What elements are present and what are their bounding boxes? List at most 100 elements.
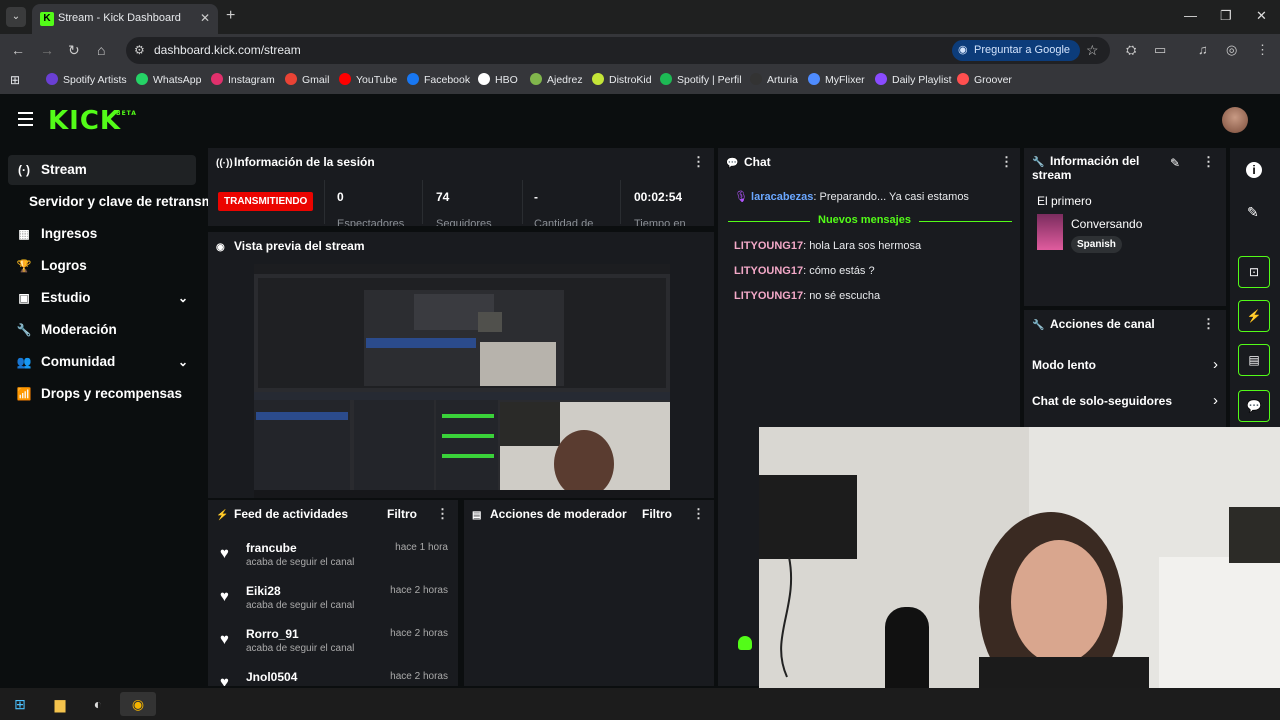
- notes-button[interactable]: ▤: [1238, 344, 1270, 376]
- chevron-down-icon[interactable]: ⌄: [178, 347, 188, 377]
- apps-grid-icon[interactable]: ⊞: [10, 73, 20, 87]
- edit-icon[interactable]: ✎: [1247, 204, 1259, 221]
- divider: [422, 180, 423, 224]
- bookmark-favicon-icon: [339, 73, 351, 85]
- live-time-label: Tiempo en: [634, 218, 686, 226]
- sidebar-item-3[interactable]: 🏆 Logros: [8, 251, 196, 281]
- mod-more-icon[interactable]: ⋮: [692, 506, 705, 522]
- window-close-icon[interactable]: ✕: [1256, 8, 1267, 24]
- media-icon[interactable]: ♫: [1198, 42, 1208, 57]
- back-arrow-icon[interactable]: ←: [11, 42, 25, 58]
- sidebar-item-1[interactable]: Servidor y clave de retransmisión: [20, 187, 208, 217]
- chat-username[interactable]: LITYOUNG17: [734, 265, 803, 277]
- chat-username[interactable]: LITYOUNG17: [734, 290, 803, 302]
- stream-preview-video[interactable]: [254, 264, 670, 498]
- slow-mode-row[interactable]: Modo lento ›: [1032, 354, 1218, 378]
- bookmark-0[interactable]: Spotify Artists: [46, 73, 127, 86]
- feed-username[interactable]: Rorro_91: [246, 627, 299, 641]
- minimize-icon[interactable]: —: [1184, 8, 1197, 23]
- profile-icon[interactable]: ◎: [1226, 42, 1237, 58]
- stream-info-panel: 🔧 Información del stream ✎ ⋮ El primero C…: [1024, 148, 1226, 306]
- mic-icon: 🎙: [734, 191, 748, 203]
- chat-message-pinned: 🎙 laracabezas: Preparando... Ya casi est…: [734, 190, 969, 203]
- windows-start-icon[interactable]: ⊞: [2, 692, 38, 716]
- kick-logo[interactable]: KICK BETA: [48, 106, 136, 136]
- bookmark-9[interactable]: Spotify | Perfil: [660, 73, 742, 86]
- bookmark-star-icon[interactable]: ☆: [1086, 42, 1099, 59]
- address-bar[interactable]: ⚙ dashboard.kick.com/stream ◉ Preguntar a…: [126, 37, 1110, 64]
- hamburger-menu-icon[interactable]: [18, 112, 33, 130]
- chat-username[interactable]: LITYOUNG17: [734, 240, 803, 252]
- ask-google-button[interactable]: ◉ Preguntar a Google: [952, 40, 1081, 61]
- bookmark-favicon-icon: [530, 73, 542, 85]
- sidebar-item-4[interactable]: ▣ Estudio ⌄: [8, 283, 196, 313]
- windows-taskbar: ⊞ ▆ ◐ ◉: [0, 688, 1280, 720]
- bookmark-10[interactable]: Arturia: [750, 73, 798, 86]
- bookmark-6[interactable]: HBO: [478, 73, 518, 86]
- bookmark-5[interactable]: Facebook: [407, 73, 470, 86]
- bookmark-label: Groover: [974, 74, 1012, 86]
- feed-filter-button[interactable]: Filtro: [387, 507, 417, 521]
- browser-tab-active[interactable]: K Stream - Kick Dashboard ✕: [32, 4, 218, 34]
- feed-username[interactable]: francube: [246, 541, 297, 555]
- chrome-menu-icon[interactable]: ⋮: [1256, 42, 1269, 58]
- bookmark-8[interactable]: DistroKid: [592, 73, 652, 86]
- mod-filter-button[interactable]: Filtro: [642, 507, 672, 521]
- tab-close-icon[interactable]: ✕: [200, 11, 210, 25]
- info-icon[interactable]: i: [1246, 162, 1262, 178]
- bookmark-1[interactable]: WhatsApp: [136, 73, 201, 86]
- bookmark-11[interactable]: MyFlixer: [808, 73, 865, 86]
- chat-popout-button[interactable]: 💬: [1238, 390, 1270, 422]
- sidebar-item-5[interactable]: 🔧 Moderación: [8, 315, 196, 345]
- bookmark-label: Ajedrez: [547, 74, 583, 86]
- followers-only-row[interactable]: Chat de solo-seguidores ›: [1032, 390, 1218, 414]
- wallet-icon[interactable]: ▭: [1154, 42, 1166, 58]
- clip-button[interactable]: ⊡: [1238, 256, 1270, 288]
- chat-username[interactable]: laracabezas: [751, 191, 813, 203]
- sidebar-item-7[interactable]: 📶 Drops y recompensas: [8, 379, 196, 409]
- chat-message: LITYOUNG17: no sé escucha: [734, 290, 880, 302]
- obs-screen-capture: [254, 264, 670, 498]
- feed-item: ♥ francube hace 1 hora acaba de seguir el c…: [220, 541, 448, 575]
- sidebar-item-0[interactable]: (·) Stream: [8, 155, 196, 185]
- bookmark-favicon-icon: [750, 73, 762, 85]
- feed-username[interactable]: Jnol0504: [246, 670, 297, 684]
- maximize-icon[interactable]: ❐: [1220, 8, 1232, 24]
- file-explorer-icon[interactable]: ▆: [42, 692, 78, 716]
- bookmark-3[interactable]: Gmail: [285, 73, 329, 86]
- bookmark-favicon-icon: [957, 73, 969, 85]
- live-status-badge: TRANSMITIENDO: [218, 192, 314, 211]
- bookmark-label: Spotify | Perfil: [677, 74, 742, 86]
- obs-icon[interactable]: ◐: [80, 692, 116, 716]
- home-icon[interactable]: ⌂: [97, 42, 105, 58]
- feed-time: hace 2 horas: [390, 671, 448, 682]
- chrome-icon[interactable]: ◉: [120, 692, 156, 716]
- feed-more-icon[interactable]: ⋮: [436, 506, 449, 522]
- sidebar-item-6[interactable]: 👥 Comunidad ⌄: [8, 347, 196, 377]
- reload-icon[interactable]: ↻: [68, 42, 80, 59]
- feed-username[interactable]: Eiki28: [246, 584, 281, 598]
- raid-button[interactable]: ⚡: [1238, 300, 1270, 332]
- followers-only-label: Chat de solo-seguidores: [1032, 394, 1173, 408]
- site-info-icon[interactable]: ⚙: [134, 43, 145, 57]
- channel-actions-more-icon[interactable]: ⋮: [1202, 316, 1215, 332]
- edit-pencil-icon[interactable]: ✎: [1170, 156, 1180, 170]
- new-tab-icon[interactable]: +: [226, 7, 235, 25]
- bookmark-4[interactable]: YouTube: [339, 73, 397, 86]
- stream-info-more-icon[interactable]: ⋮: [1202, 154, 1215, 170]
- bookmark-12[interactable]: Daily Playlist: [875, 73, 952, 86]
- bookmark-7[interactable]: Ajedrez: [530, 73, 583, 86]
- bookmark-13[interactable]: Groover: [957, 73, 1012, 86]
- extensions-icon[interactable]: ⛭: [1126, 42, 1136, 58]
- heart-icon: ♥: [220, 631, 229, 648]
- session-info-title-text: Información de la sesión: [234, 155, 375, 169]
- session-more-icon[interactable]: ⋮: [692, 154, 705, 170]
- kick-logo-beta: BETA: [116, 110, 137, 117]
- sidebar-item-2[interactable]: ▦ Ingresos: [8, 219, 196, 249]
- chat-more-icon[interactable]: ⋮: [1000, 154, 1013, 170]
- tab-search-icon[interactable]: ⌄: [6, 7, 26, 27]
- user-avatar[interactable]: [1222, 107, 1248, 133]
- chevron-down-icon[interactable]: ⌄: [178, 283, 188, 313]
- forward-arrow-icon[interactable]: →: [40, 42, 54, 58]
- bookmark-2[interactable]: Instagram: [211, 73, 275, 86]
